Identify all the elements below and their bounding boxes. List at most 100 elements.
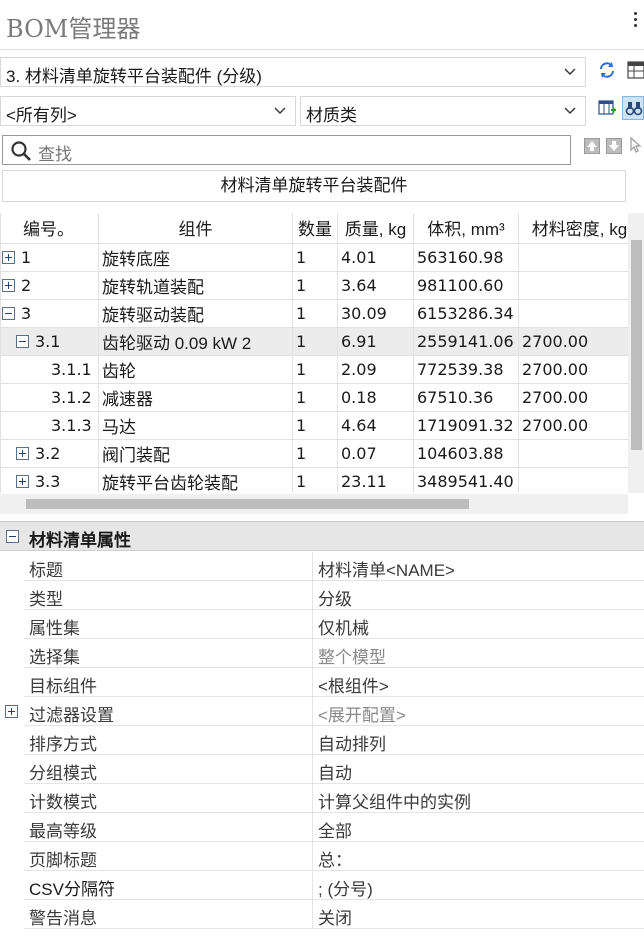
- property-key: 页脚标题: [29, 851, 97, 870]
- density-cell: 2700.00: [518, 410, 628, 440]
- property-row[interactable]: 分组模式 自动: [0, 755, 644, 784]
- table-row[interactable]: 1 旋转底座 1 4.01 563160.98: [0, 242, 628, 272]
- property-gutter: [0, 639, 24, 668]
- property-value[interactable]: 计算父组件中的实例: [318, 788, 471, 813]
- property-gutter: [0, 668, 24, 697]
- collapse-icon[interactable]: [2, 306, 15, 320]
- mass-cell: 3.64: [337, 270, 414, 300]
- mass-cell: 6.91: [337, 326, 414, 356]
- property-row[interactable]: 计数模式 计算父组件中的实例: [0, 784, 644, 813]
- quantity-cell: 1: [292, 270, 338, 300]
- table-row[interactable]: 3.2 阀门装配 1 0.07 104603.88: [0, 438, 628, 468]
- chevron-down-icon: [564, 107, 576, 114]
- property-row[interactable]: 类型 分级: [0, 581, 644, 610]
- row-number-cell: 1: [0, 242, 99, 272]
- table-view-icon[interactable]: [626, 60, 644, 80]
- table-row[interactable]: 2 旋转轨道装配 1 3.64 981100.60: [0, 270, 628, 300]
- bom-title: 材料清单旋转平台装配件: [2, 170, 626, 202]
- property-value[interactable]: <展开配置>: [318, 701, 406, 726]
- property-key: 分组模式: [29, 764, 97, 783]
- property-row[interactable]: 排序方式 自动排列: [0, 726, 644, 755]
- property-key: 警告消息: [29, 909, 97, 928]
- columns-select[interactable]: <所有列>: [0, 96, 296, 126]
- collapse-icon[interactable]: [6, 530, 19, 543]
- volume-cell: 6153286.34: [413, 298, 519, 328]
- property-gutter: [0, 610, 24, 639]
- expand-icon[interactable]: [16, 474, 29, 488]
- column-divider: [312, 784, 313, 813]
- binoculars-toggle[interactable]: [622, 96, 644, 120]
- property-row[interactable]: 目标组件 <根组件>: [0, 668, 644, 697]
- move-up-icon[interactable]: [584, 138, 600, 154]
- property-value[interactable]: 全部: [318, 817, 352, 842]
- row-number-cell: 3.2: [0, 438, 99, 468]
- column-settings-icon[interactable]: [597, 98, 617, 118]
- column-divider: [312, 726, 313, 755]
- density-cell: [518, 298, 628, 328]
- property-value[interactable]: 整个模型: [318, 643, 386, 668]
- table-row[interactable]: 3.1 齿轮驱动 0.09 kW 2 1 6.91 2559141.06 2700.00: [0, 326, 628, 356]
- property-row[interactable]: 属性集 仅机械: [0, 610, 644, 639]
- move-down-icon[interactable]: [606, 138, 622, 154]
- column-header[interactable]: 体积, mm³: [413, 213, 519, 244]
- property-row[interactable]: 警告消息 关闭: [0, 900, 644, 929]
- property-row[interactable]: CSV分隔符 ; (分号): [0, 871, 644, 900]
- property-value[interactable]: 关闭: [318, 904, 352, 929]
- expand-icon[interactable]: [5, 705, 18, 718]
- property-value[interactable]: 分级: [318, 585, 352, 610]
- column-header[interactable]: 材料密度, kg: [518, 213, 628, 244]
- properties-title: 材料清单属性: [29, 531, 131, 550]
- expand-icon[interactable]: [16, 446, 29, 460]
- property-value[interactable]: 自动: [318, 759, 352, 784]
- property-value[interactable]: 材料清单<NAME>: [318, 556, 455, 581]
- quantity-cell: 1: [292, 466, 338, 493]
- property-value[interactable]: 自动排列: [318, 730, 386, 755]
- property-key: 目标组件: [29, 677, 97, 696]
- properties-header[interactable]: 材料清单属性: [0, 522, 644, 551]
- property-row[interactable]: 页脚标题 总：: [0, 842, 644, 871]
- columns-select-value: <所有列>: [6, 106, 77, 125]
- expand-icon[interactable]: [2, 250, 15, 264]
- column-divider: [312, 668, 313, 697]
- table-row[interactable]: 3.1.1 齿轮 1 2.09 772539.38 2700.00: [0, 354, 628, 384]
- row-number: 3.3: [35, 471, 61, 491]
- horizontal-scroll-thumb[interactable]: [26, 499, 469, 509]
- table-row[interactable]: 3.1.2 减速器 1 0.18 67510.36 2700.00: [0, 382, 628, 412]
- more-options-icon[interactable]: [632, 12, 638, 32]
- vertical-scroll-thumb[interactable]: [631, 240, 642, 450]
- property-row[interactable]: 过滤器设置 <展开配置>: [0, 697, 644, 726]
- property-key: 过滤器设置: [29, 706, 114, 725]
- volume-cell: 104603.88: [413, 438, 519, 468]
- search-icon: [11, 141, 31, 161]
- property-value[interactable]: 总：: [318, 846, 352, 871]
- search-box[interactable]: 查找: [2, 135, 571, 165]
- category-select[interactable]: 材质类: [300, 96, 586, 126]
- column-divider: [312, 552, 313, 581]
- component-cell: 旋转底座: [98, 242, 293, 272]
- expand-icon[interactable]: [2, 278, 15, 292]
- column-divider: [312, 581, 313, 610]
- mass-cell: 2.09: [337, 354, 414, 384]
- column-divider: [312, 900, 313, 929]
- row-number-cell: 3.1.3: [0, 410, 99, 440]
- quantity-cell: 1: [292, 298, 338, 328]
- table-row[interactable]: 3.3 旋转平台齿轮装配 1 23.11 3489541.40: [0, 466, 628, 493]
- table-row[interactable]: 3.1.3 马达 1 4.64 1719091.32 2700.00: [0, 410, 628, 440]
- refresh-icon[interactable]: [597, 60, 617, 80]
- bom-select[interactable]: 3. 材料清单旋转平台装配件 (分级): [0, 57, 586, 87]
- column-divider: [312, 697, 313, 726]
- property-row[interactable]: 最高等级 全部: [0, 813, 644, 842]
- mass-cell: 0.18: [337, 382, 414, 412]
- cursor-select-icon[interactable]: [628, 136, 644, 154]
- column-header[interactable]: 组件: [98, 213, 293, 244]
- property-value[interactable]: ; (分号): [318, 875, 373, 900]
- collapse-icon[interactable]: [16, 334, 29, 348]
- column-header[interactable]: 数量: [292, 213, 338, 244]
- table-row[interactable]: 3 旋转驱动装配 1 30.09 6153286.34: [0, 298, 628, 328]
- property-row[interactable]: 标题 材料清单<NAME>: [0, 552, 644, 581]
- column-header[interactable]: 编号。: [0, 213, 99, 244]
- property-value[interactable]: <根组件>: [318, 672, 389, 697]
- property-row[interactable]: 选择集 整个模型: [0, 639, 644, 668]
- column-header[interactable]: 质量, kg: [337, 213, 414, 244]
- property-value[interactable]: 仅机械: [318, 614, 369, 639]
